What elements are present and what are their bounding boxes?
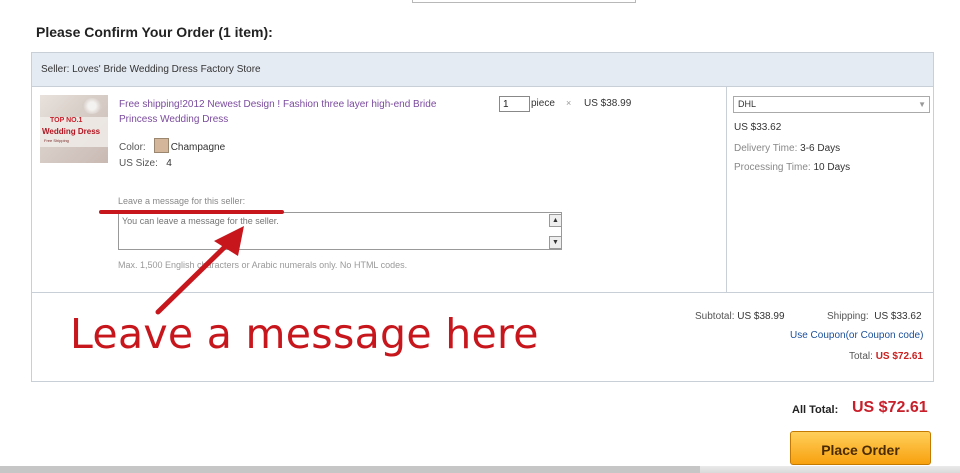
top-search-input-edge[interactable]: [412, 0, 636, 3]
shipping-cost: US $33.62: [734, 122, 782, 133]
shipping-method-value: DHL: [738, 99, 757, 109]
product-title-link[interactable]: Free shipping!2012 Newest Design ! Fashi…: [119, 97, 449, 127]
bouquet-image: [82, 98, 102, 114]
seller-bar: Seller: Loves' Bride Wedding Dress Facto…: [32, 53, 933, 87]
subtotal-value: US $38.99: [737, 311, 785, 322]
shipping-column: DHL ▼ US $33.62 Delivery Time: 3-6 Days …: [726, 87, 934, 292]
annotation-text: Leave a message here: [70, 310, 539, 358]
shipping-summary-label: Shipping:: [827, 311, 869, 322]
color-swatch: [153, 138, 169, 153]
product-thumbnail[interactable]: TOP NO.1 Wedding Dress Free Shipping: [40, 95, 108, 163]
delivery-time-value: 3-6 Days: [800, 143, 841, 154]
shipping-summary-value: US $33.62: [874, 311, 922, 322]
place-order-button[interactable]: Place Order: [790, 431, 931, 465]
shipping-summary: Shipping: US $33.62: [827, 311, 922, 322]
color-attribute: Color: Champagne: [119, 138, 225, 153]
order-total-value: US $72.61: [875, 351, 923, 362]
times-symbol: ×: [566, 98, 572, 108]
horizontal-scrollbar[interactable]: [0, 466, 960, 473]
size-value: 4: [166, 158, 172, 169]
quantity-unit: piece: [531, 98, 555, 109]
use-coupon-link[interactable]: Use Coupon(or Coupon code): [790, 330, 923, 341]
seller-name[interactable]: Seller: Loves' Bride Wedding Dress Facto…: [41, 64, 261, 75]
message-hint: Max. 1,500 English characters or Arabic …: [118, 260, 408, 270]
order-total: Total: US $72.61: [849, 351, 923, 362]
quantity-input[interactable]: [499, 96, 530, 112]
unit-price: US $38.99: [584, 98, 632, 109]
subtotal: Subtotal: US $38.99: [695, 311, 785, 322]
processing-time-value: 10 Days: [813, 162, 851, 173]
size-attribute: US Size: 4: [119, 158, 172, 169]
scroll-down-arrow-icon[interactable]: ▼: [549, 236, 562, 249]
thumbnail-tag: TOP NO.1: [50, 117, 83, 124]
thumbnail-subcaption: Free Shipping: [44, 138, 69, 143]
delivery-time-label: Delivery Time:: [734, 143, 798, 154]
confirm-order-heading: Please Confirm Your Order (1 item):: [36, 24, 273, 40]
delivery-time: Delivery Time: 3-6 Days: [734, 143, 840, 154]
all-total-label: All Total:: [792, 404, 839, 416]
seller-message-textarea[interactable]: [118, 212, 562, 250]
color-label: Color:: [119, 142, 146, 153]
message-label: Leave a message for this seller:: [118, 196, 246, 206]
scroll-up-arrow-icon[interactable]: ▲: [549, 214, 562, 227]
scrollbar-thumb[interactable]: [0, 466, 700, 473]
color-value: Champagne: [170, 142, 226, 153]
shipping-method-select[interactable]: DHL ▼: [733, 96, 930, 113]
all-total-value: US $72.61: [852, 399, 928, 416]
processing-time-label: Processing Time:: [734, 162, 811, 173]
processing-time: Processing Time: 10 Days: [734, 162, 850, 173]
order-item-row: TOP NO.1 Wedding Dress Free Shipping Fre…: [32, 87, 933, 293]
subtotal-label: Subtotal:: [695, 311, 735, 322]
size-label: US Size:: [119, 158, 158, 169]
order-total-label: Total:: [849, 351, 873, 362]
chevron-down-icon: ▼: [918, 100, 926, 109]
thumbnail-caption: Wedding Dress: [42, 127, 101, 136]
